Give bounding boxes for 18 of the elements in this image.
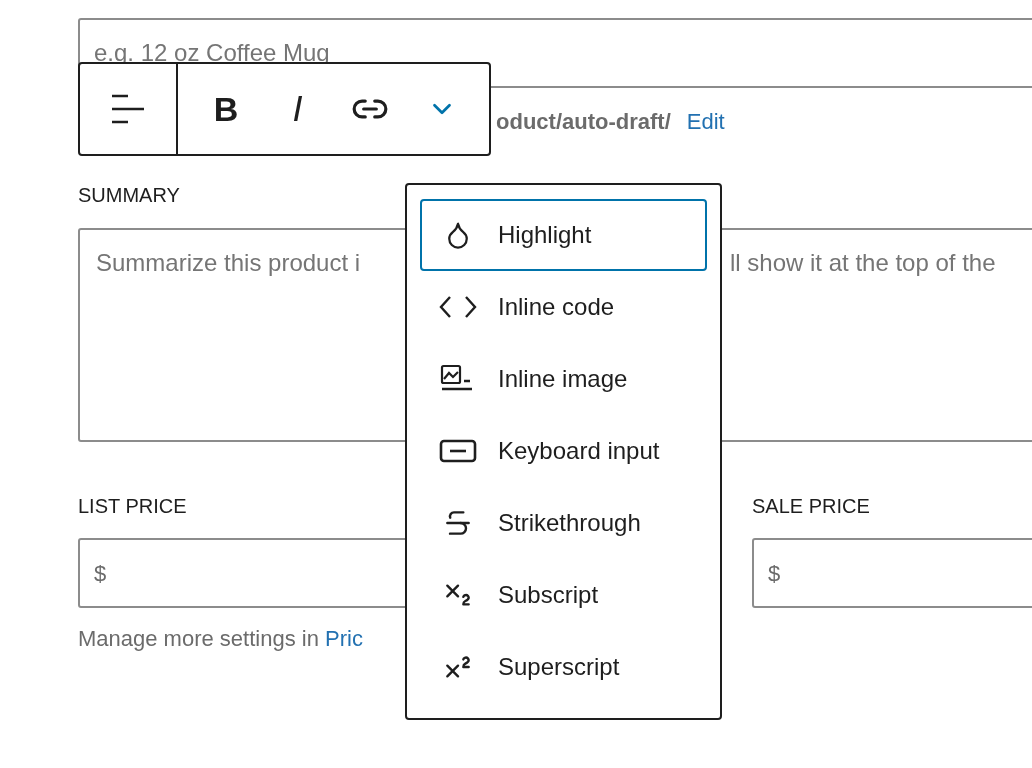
menu-item[interactable]: Highlight (420, 199, 707, 271)
permalink-path: oduct/auto-draft/ (496, 107, 671, 136)
summary-placeholder: ll show it at the top of the (730, 248, 996, 278)
summary-label: SUMMARY (78, 185, 181, 205)
menu-item[interactable]: Inline image (420, 343, 707, 415)
summary-placeholder: Summarize this product i (96, 249, 361, 276)
currency-prefix: $ (768, 559, 781, 588)
menu-item[interactable]: Inline code (420, 271, 707, 343)
sale-price-label: SALE PRICE (752, 496, 871, 516)
sale-price-field[interactable]: $ (752, 538, 1032, 608)
menu-item[interactable]: Keyboard input (420, 415, 707, 487)
menu-item[interactable]: Superscript (420, 631, 707, 703)
help-text: Manage more settings in (78, 628, 320, 650)
pricing-link[interactable]: Pric (325, 628, 363, 650)
list-price-label: LIST PRICE (78, 496, 188, 516)
edit-link[interactable]: Edit (686, 104, 725, 138)
currency-prefix: $ (94, 559, 107, 588)
align-icon (110, 93, 146, 125)
